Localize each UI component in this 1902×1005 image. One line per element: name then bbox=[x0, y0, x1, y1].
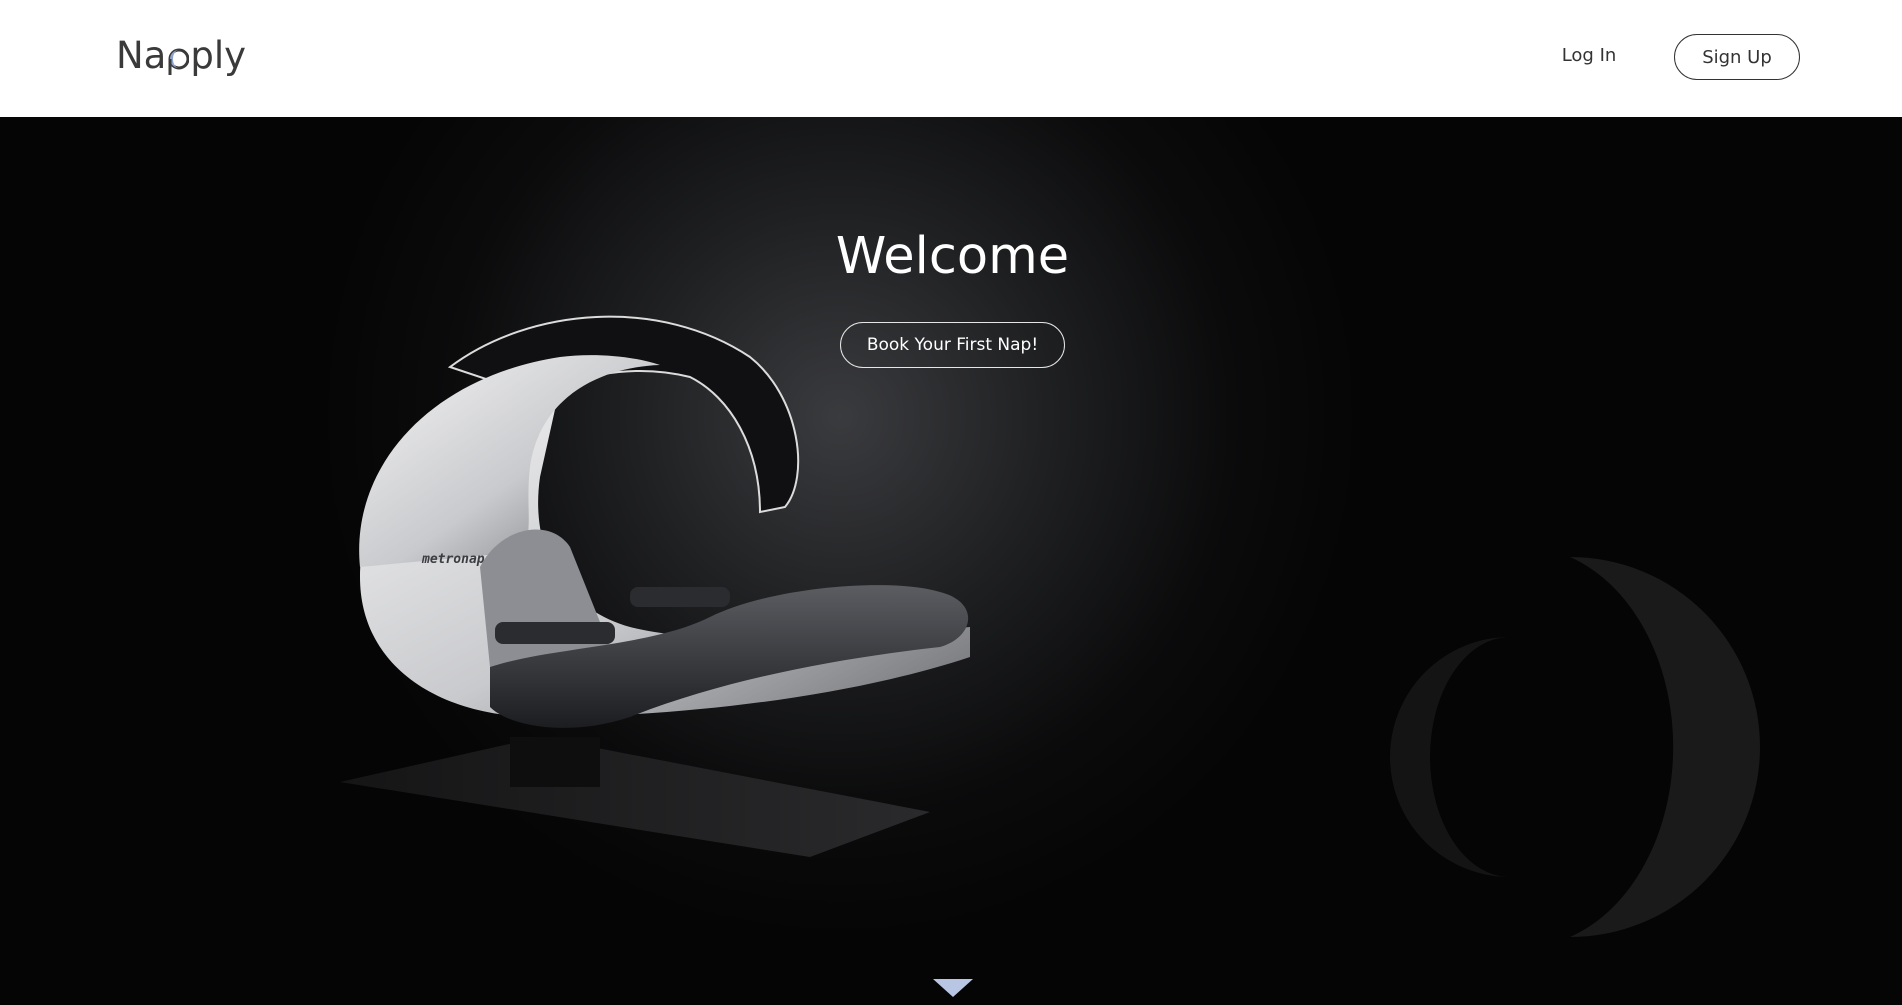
crescent-moon-icon bbox=[1390, 557, 1760, 937]
signup-button[interactable]: Sign Up bbox=[1674, 34, 1800, 80]
logo-text-end: ply bbox=[190, 33, 247, 77]
login-button[interactable]: Log In bbox=[1545, 40, 1633, 70]
book-nap-button[interactable]: Book Your First Nap! bbox=[840, 322, 1065, 368]
chevron-down-icon[interactable] bbox=[930, 975, 976, 1001]
hero-section: metronaps Welcome Book Your First Nap! bbox=[0, 117, 1902, 1005]
logo[interactable]: Na ply bbox=[116, 32, 246, 78]
moon-crescent-icon bbox=[167, 42, 190, 75]
hero-title: Welcome bbox=[835, 227, 1070, 286]
logo-text-start: Na bbox=[116, 33, 167, 77]
site-header: Na ply Log In Sign Up bbox=[0, 0, 1902, 117]
